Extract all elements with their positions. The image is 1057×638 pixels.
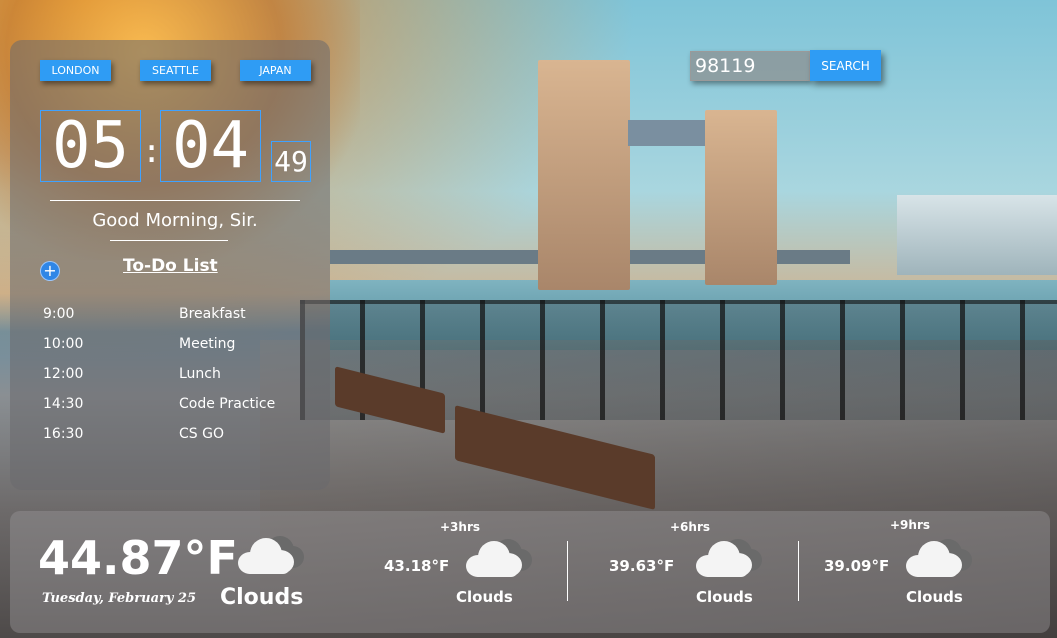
todo-time: 14:30 [43, 396, 84, 412]
todo-task: Lunch [179, 366, 221, 382]
todo-list: 9:00 Breakfast 10:00 Meeting 12:00 Lunch… [43, 306, 323, 456]
todo-task: Meeting [179, 336, 236, 352]
current-condition: Clouds [220, 585, 304, 610]
japan-button[interactable]: JAPAN [240, 60, 311, 81]
forecast-offset: +9hrs [890, 518, 931, 532]
city-buildings [897, 195, 1057, 275]
forecast-temperature: 39.09°F [824, 557, 890, 575]
divider [567, 541, 568, 601]
forecast-condition: Clouds [456, 588, 513, 606]
todo-title: To-Do List [123, 256, 218, 276]
cloud-icon [236, 534, 304, 576]
weather-bar: 44.87°F Tuesday, February 25 Clouds +3hr… [10, 511, 1050, 633]
forecast-offset: +3hrs [440, 520, 481, 534]
todo-time: 12:00 [43, 366, 84, 382]
bridge-tower-right [705, 110, 777, 285]
cloud-icon [694, 537, 762, 579]
london-button[interactable]: LONDON [40, 60, 111, 81]
todo-time: 16:30 [43, 426, 84, 442]
clock-separator: : [142, 132, 162, 170]
bridge-walkway [628, 120, 708, 146]
forecast-offset: +6hrs [670, 520, 711, 534]
greeting-text: Good Morning, Sir. [92, 210, 258, 231]
clock-hours: 05 [40, 110, 141, 182]
todo-task: CS GO [179, 426, 224, 442]
bridge-tower-left [538, 60, 630, 290]
todo-item[interactable]: 10:00 Meeting [43, 336, 323, 366]
seattle-button[interactable]: SEATTLE [140, 60, 211, 81]
todo-item[interactable]: 16:30 CS GO [43, 426, 323, 456]
divider [798, 541, 799, 601]
clock-todo-panel: LONDON SEATTLE JAPAN 05 : 04 49 Good Mor… [10, 40, 330, 490]
todo-task: Code Practice [179, 396, 276, 412]
current-date: Tuesday, February 25 [42, 591, 197, 606]
todo-item[interactable]: 9:00 Breakfast [43, 306, 323, 336]
zip-search-input[interactable] [690, 51, 810, 81]
cloud-icon [464, 537, 532, 579]
todo-item[interactable]: 12:00 Lunch [43, 366, 323, 396]
clock-minutes: 04 [160, 110, 261, 182]
todo-item[interactable]: 14:30 Code Practice [43, 396, 323, 426]
forecast-temperature: 43.18°F [384, 557, 450, 575]
todo-time: 9:00 [43, 306, 75, 322]
forecast-condition: Clouds [906, 588, 963, 606]
divider [50, 200, 300, 201]
forecast-temperature: 39.63°F [609, 557, 675, 575]
search-button[interactable]: SEARCH [810, 50, 881, 81]
cloud-icon [904, 537, 972, 579]
forecast-condition: Clouds [696, 588, 753, 606]
todo-time: 10:00 [43, 336, 84, 352]
divider [110, 240, 228, 241]
current-temperature: 44.87°F [38, 531, 238, 585]
todo-task: Breakfast [179, 306, 246, 322]
clock-seconds: 49 [271, 141, 311, 182]
add-todo-button[interactable]: + [41, 262, 59, 280]
